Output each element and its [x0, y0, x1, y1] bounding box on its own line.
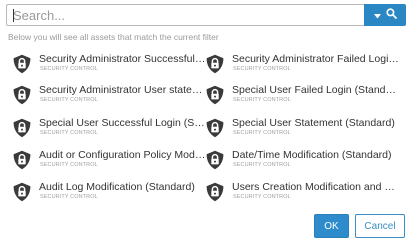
shield-lock-icon: [12, 182, 32, 202]
asset-subtitle: SECURITY CONTROL: [40, 194, 98, 200]
asset-subtitle: SECURITY CONTROL: [40, 162, 98, 168]
asset-subtitle: SECURITY CONTROL: [233, 97, 291, 103]
helper-text: Below you will see all assets that match…: [8, 32, 219, 42]
asset-item[interactable]: Special User Failed Login (Standard) SEC…: [205, 83, 401, 109]
asset-item[interactable]: Security Administrator Successful Lo... …: [12, 52, 208, 78]
asset-item[interactable]: Security Administrator User stateme... S…: [12, 83, 208, 109]
asset-subtitle: SECURITY CONTROL: [40, 130, 98, 136]
asset-item[interactable]: Security Administrator Failed Login (...…: [205, 52, 401, 78]
asset-subtitle: SECURITY CONTROL: [233, 162, 291, 168]
asset-subtitle: SECURITY CONTROL: [233, 66, 291, 72]
asset-title: Audit or Configuration Policy Modifi...: [39, 149, 207, 161]
shield-lock-icon: [205, 54, 225, 74]
shield-lock-icon: [205, 118, 225, 138]
asset-item[interactable]: Users Creation Modification and Del... S…: [205, 180, 401, 206]
shield-lock-icon: [205, 150, 225, 170]
asset-title: Security Administrator User stateme...: [39, 84, 207, 96]
asset-subtitle: SECURITY CONTROL: [40, 66, 98, 72]
asset-title: Security Administrator Successful Lo...: [39, 53, 207, 65]
asset-title: Audit Log Modification (Standard): [39, 181, 195, 193]
shield-lock-icon: [205, 85, 225, 105]
search-box[interactable]: [6, 4, 364, 26]
asset-item[interactable]: Special User Statement (Standard) SECURI…: [205, 116, 401, 142]
search-input[interactable]: [7, 5, 364, 25]
search-icon: [385, 6, 397, 24]
search-button[interactable]: [364, 4, 406, 26]
shield-lock-icon: [12, 85, 32, 105]
ok-button[interactable]: OK: [314, 214, 349, 238]
asset-title: Date/Time Modification (Standard): [232, 149, 392, 161]
asset-item[interactable]: Audit Log Modification (Standard) SECURI…: [12, 180, 208, 206]
shield-lock-icon: [12, 118, 32, 138]
asset-subtitle: SECURITY CONTROL: [233, 194, 291, 200]
asset-subtitle: SECURITY CONTROL: [40, 97, 98, 103]
cancel-button[interactable]: Cancel: [355, 214, 405, 238]
asset-item[interactable]: Special User Successful Login (Stan... S…: [12, 116, 208, 142]
asset-title: Special User Failed Login (Standard): [232, 84, 400, 96]
asset-subtitle: SECURITY CONTROL: [233, 130, 291, 136]
caret-down-icon: [373, 6, 381, 24]
text-cursor: [13, 9, 14, 22]
asset-title: Special User Successful Login (Stan...: [39, 117, 207, 129]
asset-item[interactable]: Audit or Configuration Policy Modifi... …: [12, 148, 208, 174]
shield-lock-icon: [205, 182, 225, 202]
asset-title: Security Administrator Failed Login (...: [232, 53, 400, 65]
shield-lock-icon: [12, 54, 32, 74]
shield-lock-icon: [12, 150, 32, 170]
asset-item[interactable]: Date/Time Modification (Standard) SECURI…: [205, 148, 401, 174]
asset-title: Special User Statement (Standard): [232, 117, 395, 129]
asset-title: Users Creation Modification and Del...: [232, 181, 400, 193]
